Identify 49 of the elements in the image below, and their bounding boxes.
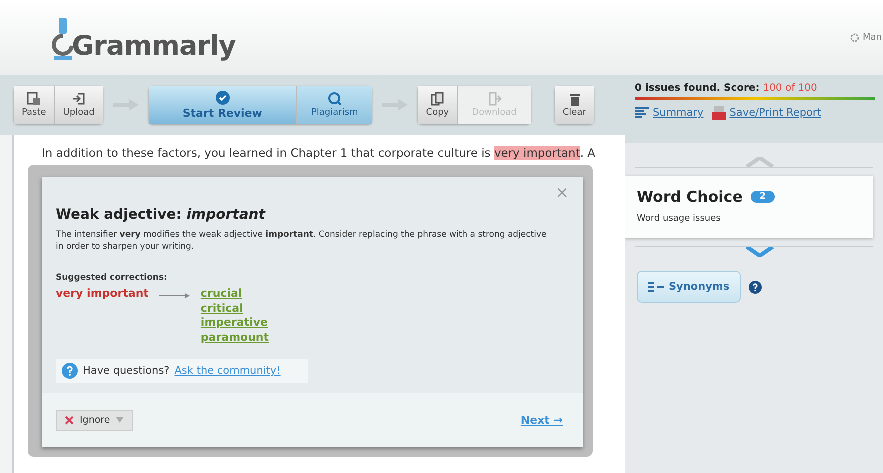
pdf-icon xyxy=(712,106,726,120)
magnifier-icon xyxy=(328,92,342,106)
upload-icon xyxy=(72,92,86,106)
original-phrase: very important xyxy=(56,287,149,300)
popup-title: Weak adjective: important xyxy=(56,207,267,223)
count-badge: 2 xyxy=(750,191,776,203)
report-link[interactable]: Summary xyxy=(635,106,704,120)
account-link[interactable]: Man xyxy=(863,32,882,42)
next-link[interactable]: Next → xyxy=(520,414,563,426)
clipboard-icon xyxy=(27,92,42,106)
category-subtitle: Word usage issues xyxy=(637,214,722,224)
toolbar-button[interactable]: Upload xyxy=(55,86,103,124)
suggestion-link[interactable]: crucial xyxy=(200,287,270,302)
toolbar-button[interactable]: Clear xyxy=(554,86,594,124)
toolbar-button[interactable]: Plagiarism xyxy=(297,86,372,124)
chevron-down-icon[interactable] xyxy=(745,247,775,257)
copy-icon xyxy=(430,92,445,106)
list-icon xyxy=(648,282,664,292)
toolbar-button[interactable]: Paste xyxy=(14,86,56,124)
caret-icon xyxy=(116,417,124,423)
suggestion-link[interactable]: imperative xyxy=(200,316,270,330)
help-icon xyxy=(62,363,78,379)
arrow-icon xyxy=(158,293,191,299)
check-icon xyxy=(216,90,230,104)
popup-description: The intensifier very modifies the weak adjective important. Consider replacing the phrase with a strong adjective in order to sharpen your writing. xyxy=(56,229,548,253)
gear-icon xyxy=(850,32,860,42)
list-icon xyxy=(635,107,649,119)
suggestion-link[interactable]: critical xyxy=(200,302,270,316)
help-text: Have questions? xyxy=(83,365,170,377)
suggestions-label: Suggested corrections: xyxy=(56,273,168,283)
editor-text: In addition to these factors, you learned in Chapter 1 that corporate culture is very important. A xyxy=(42,145,597,162)
download-icon xyxy=(488,92,502,106)
suggestion-link[interactable]: paramount xyxy=(200,330,270,345)
close-icon xyxy=(65,416,74,424)
logo[interactable]: Grammarly xyxy=(72,30,236,62)
report-link[interactable]: Save/Print Report xyxy=(712,106,822,120)
ignore-button[interactable]: Ignore xyxy=(56,410,134,430)
synonyms-button[interactable]: Synonyms xyxy=(637,271,741,303)
highlighted-phrase[interactable]: very important xyxy=(494,146,580,160)
toolbar-button[interactable]: Copy xyxy=(418,86,458,124)
toolbar-button[interactable]: Start Review xyxy=(148,86,298,124)
chevron-up-icon[interactable] xyxy=(745,157,775,167)
score-summary: 0 issues found. Score: 100 of 100 xyxy=(635,83,818,94)
community-link[interactable]: Ask the community! xyxy=(174,365,281,377)
category-title: Word Choice xyxy=(637,188,743,206)
help-icon[interactable] xyxy=(748,280,762,294)
close-button[interactable]: × xyxy=(556,183,569,202)
category-card[interactable]: Word Choice 2 Word usage issues xyxy=(625,176,873,238)
trash-icon xyxy=(568,92,582,106)
